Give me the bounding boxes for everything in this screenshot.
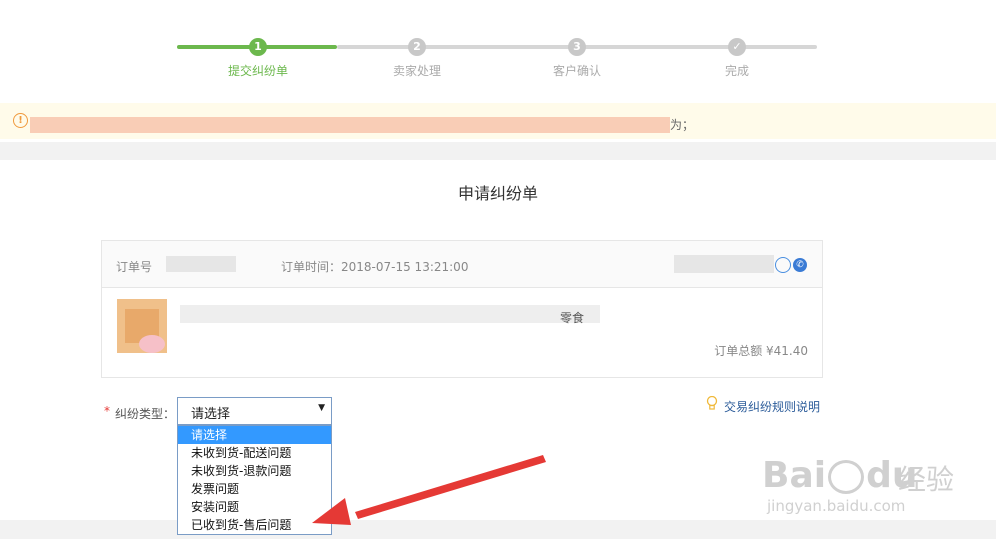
dispute-type-label: 纠纷类型： (115, 407, 176, 421)
dropdown-option[interactable]: 请选择 (178, 426, 331, 444)
step-1-label: 提交纠纷单 (227, 64, 288, 78)
baidu-paw-icon (828, 460, 865, 494)
dropdown-option[interactable]: 已收到货-售后问题 (178, 516, 331, 534)
step-3-label: 客户确认 (552, 64, 601, 78)
order-total: 订单总额 ¥41.40 (714, 344, 808, 358)
order-card: 订单号 订单时间：2018-07-15 13:21:00 ✆ 零食 订单总额 ¥… (101, 240, 823, 378)
page-title: 申请纠纷单 (457, 184, 538, 203)
dropdown-option[interactable]: 发票问题 (178, 480, 331, 498)
dispute-rules-link[interactable]: 交易纠纷规则说明 (724, 398, 820, 415)
watermark-brand-text: Bai (762, 455, 827, 496)
order-time: 订单时间：2018-07-15 13:21:00 (281, 260, 469, 274)
chat-icon[interactable] (775, 257, 791, 273)
redacted-notice-text (30, 117, 670, 133)
order-card-header: 订单号 订单时间：2018-07-15 13:21:00 ✆ (102, 241, 822, 288)
redacted-product-title[interactable] (180, 305, 600, 323)
watermark-brand: Bai du (762, 455, 917, 496)
redacted-seller-name (674, 255, 774, 273)
phone-icon[interactable]: ✆ (793, 258, 807, 272)
dropdown-option[interactable]: 安装问题 (178, 498, 331, 516)
dispute-type-select[interactable]: 请选择 ▼ (177, 397, 332, 425)
watermark-url: jingyan.baidu.com (767, 497, 906, 515)
step-4-check-icon: ✓ (728, 38, 746, 56)
dropdown-option[interactable]: 未收到货-配送问题 (178, 444, 331, 462)
lightbulb-icon (706, 396, 718, 410)
step-1-dot: 1 (249, 38, 267, 56)
step-4-label: 完成 (724, 64, 749, 78)
redacted-order-number (166, 256, 236, 272)
product-title-tail: 零食 (560, 311, 585, 325)
step-2-label: 卖家处理 (392, 64, 441, 78)
dropdown-option[interactable]: 未收到货-退款问题 (178, 462, 331, 480)
notice-text-tail: 为； (670, 118, 695, 132)
watermark-cn: 经验 (898, 463, 955, 496)
warning-icon: ! (13, 113, 28, 128)
required-mark: * (104, 404, 110, 418)
dispute-type-selected: 请选择 (191, 407, 231, 422)
chevron-down-icon: ▼ (318, 403, 325, 413)
order-number-label: 订单号 (116, 260, 153, 274)
dispute-type-dropdown: 请选择 未收到货-配送问题 未收到货-退款问题 发票问题 安装问题 已收到货-售… (177, 425, 332, 535)
step-3-dot: 3 (568, 38, 586, 56)
product-thumbnail[interactable] (117, 299, 167, 353)
step-2-dot: 2 (408, 38, 426, 56)
